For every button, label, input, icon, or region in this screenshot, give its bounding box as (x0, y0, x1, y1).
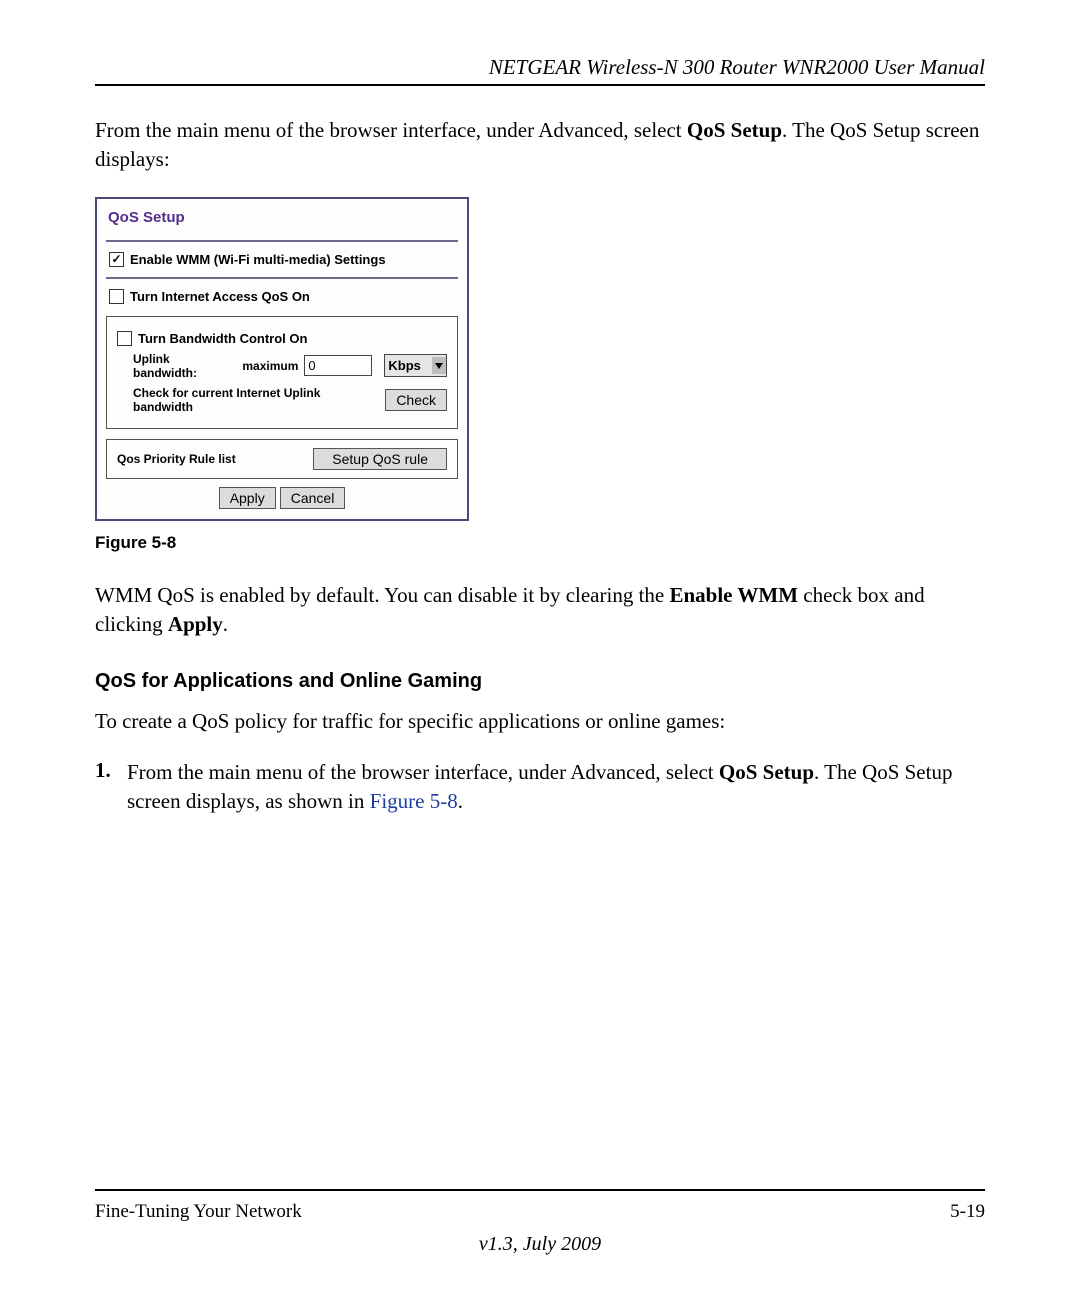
intro-text-a: From the main menu of the browser interf… (95, 118, 687, 142)
uplink-unit-value: Kbps (388, 358, 421, 373)
cancel-button[interactable]: Cancel (280, 487, 346, 509)
wmm-part1: WMM QoS is enabled by default. You can d… (95, 583, 669, 607)
wmm-part3: . (223, 612, 228, 636)
intro-bold: QoS Setup (687, 118, 782, 142)
panel-title: QoS Setup (97, 199, 467, 240)
figure-caption: Figure 5-8 (95, 533, 985, 553)
enable-wmm-row[interactable]: Enable WMM (Wi-Fi multi-media) Settings (97, 242, 467, 277)
check-button[interactable]: Check (385, 389, 447, 411)
wmm-bold2: Apply (168, 612, 223, 636)
qos-setup-panel: QoS Setup Enable WMM (Wi-Fi multi-media)… (95, 197, 469, 521)
step-1-a: From the main menu of the browser interf… (127, 760, 719, 784)
bandwidth-control-label: Turn Bandwidth Control On (138, 331, 307, 346)
footer-left: Fine-Tuning Your Network (95, 1201, 302, 1223)
wmm-paragraph: WMM QoS is enabled by default. You can d… (95, 581, 985, 640)
bandwidth-control-row[interactable]: Turn Bandwidth Control On (117, 331, 447, 346)
internet-qos-checkbox[interactable] (109, 289, 124, 304)
page-footer: Fine-Tuning Your Network 5-19 v1.3, July… (95, 1189, 985, 1256)
footer-right: 5-19 (950, 1201, 985, 1223)
bandwidth-subpanel: Turn Bandwidth Control On Uplink bandwid… (106, 316, 458, 429)
step-1-number: 1. (95, 758, 127, 817)
check-label: Check for current Internet Uplink bandwi… (133, 386, 373, 414)
intro-paragraph: From the main menu of the browser interf… (95, 116, 985, 175)
bandwidth-control-checkbox[interactable] (117, 331, 132, 346)
setup-qos-rule-button[interactable]: Setup QoS rule (313, 448, 447, 470)
internet-qos-label: Turn Internet Access QoS On (130, 289, 310, 304)
internet-qos-row[interactable]: Turn Internet Access QoS On (97, 279, 467, 314)
footer-version: v1.3, July 2009 (95, 1233, 985, 1256)
uplink-unit-select[interactable]: Kbps (384, 354, 447, 377)
uplink-label-a: Uplink bandwidth: (133, 352, 236, 380)
enable-wmm-label: Enable WMM (Wi-Fi multi-media) Settings (130, 252, 386, 267)
check-row: Check for current Internet Uplink bandwi… (117, 386, 447, 414)
footer-rule (95, 1189, 985, 1191)
chevron-down-icon (432, 357, 446, 374)
uplink-label-b: maximum (242, 359, 298, 373)
priority-row: Qos Priority Rule list Setup QoS rule (106, 439, 458, 479)
wmm-bold1: Enable WMM (669, 583, 798, 607)
figure-link[interactable]: Figure 5-8 (370, 789, 458, 813)
apply-cancel-row: Apply Cancel (97, 487, 467, 509)
page-header: NETGEAR Wireless-N 300 Router WNR2000 Us… (95, 55, 985, 80)
section-heading: QoS for Applications and Online Gaming (95, 670, 985, 693)
step-1-body: From the main menu of the browser interf… (127, 758, 985, 817)
uplink-row: Uplink bandwidth: maximum Kbps (117, 352, 447, 380)
apply-button[interactable]: Apply (219, 487, 276, 509)
header-rule (95, 84, 985, 86)
step-1-bold: QoS Setup (719, 760, 814, 784)
enable-wmm-checkbox[interactable] (109, 252, 124, 267)
step-1: 1. From the main menu of the browser int… (95, 758, 985, 817)
priority-label: Qos Priority Rule list (117, 452, 236, 466)
steps-list: 1. From the main menu of the browser int… (95, 758, 985, 817)
section-intro: To create a QoS policy for traffic for s… (95, 707, 985, 736)
step-1-c: . (458, 789, 463, 813)
uplink-input[interactable] (304, 355, 372, 376)
